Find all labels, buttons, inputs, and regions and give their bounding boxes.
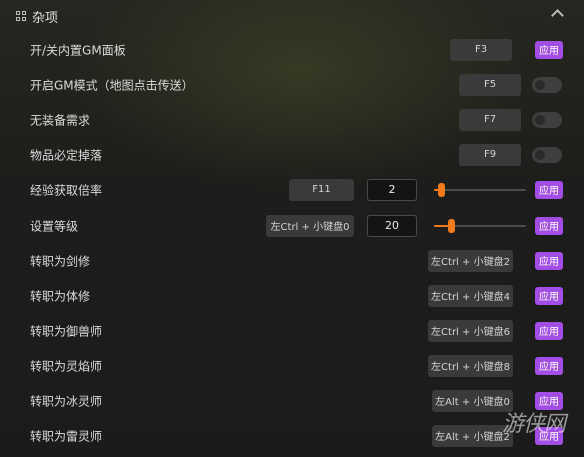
option-label: 无装备需求 (30, 113, 91, 127)
toggle-knob (535, 114, 545, 125)
option-row: 无装备需求 F7 (0, 102, 584, 137)
toggle-knob (535, 79, 545, 90)
hotkey-badge[interactable]: 左Ctrl + 小键盘8 (428, 354, 513, 377)
hotkey-badge[interactable]: 左Alt + 小键盘2 (432, 424, 513, 447)
option-label: 转职为御兽师 (30, 324, 103, 338)
option-label: 转职为冰灵师 (30, 394, 103, 408)
option-row: 设置等级 左Ctrl + 小键盘0 20 应用 (0, 208, 584, 243)
hotkey-badge[interactable]: F7 (459, 108, 521, 131)
option-row: 转职为冰灵师 左Alt + 小键盘0 应用 (0, 383, 584, 418)
slider-thumb[interactable] (438, 182, 446, 197)
apply-button[interactable]: 应用 (535, 356, 563, 375)
section-header[interactable]: 杂项 (0, 0, 584, 32)
option-row: 物品必定掉落 F9 (0, 137, 584, 172)
apply-button[interactable]: 应用 (535, 286, 563, 305)
grid-icon (16, 11, 26, 21)
option-label: 开启GM模式（地图点击传送） (30, 78, 194, 92)
option-row: 转职为剑修 左Ctrl + 小键盘2 应用 (0, 243, 584, 278)
slider-track (434, 188, 526, 191)
option-row: 转职为体修 左Ctrl + 小键盘4 应用 (0, 278, 584, 313)
option-label: 转职为灵焰师 (30, 359, 103, 373)
hotkey-badge[interactable]: 左Ctrl + 小键盘0 (266, 214, 354, 237)
option-label: 转职为剑修 (30, 254, 91, 268)
toggle-switch[interactable] (532, 146, 562, 163)
option-label: 转职为体修 (30, 289, 91, 303)
toggle-switch[interactable] (532, 76, 562, 93)
hotkey-badge[interactable]: 左Alt + 小键盘0 (432, 389, 513, 412)
option-row: 转职为灵焰师 左Ctrl + 小键盘8 应用 (0, 348, 584, 383)
toggle-switch[interactable] (532, 111, 562, 128)
value-input[interactable]: 20 (367, 214, 417, 237)
value-slider[interactable] (434, 217, 526, 235)
option-row: 经验获取倍率 F11 2 应用 (0, 172, 584, 207)
option-label: 转职为雷灵师 (30, 429, 103, 443)
apply-button[interactable]: 应用 (535, 180, 563, 199)
hotkey-badge[interactable]: F3 (450, 38, 512, 61)
hotkey-badge[interactable]: F9 (459, 143, 521, 166)
misc-panel: 杂项 开/关内置GM面板 F3 应用 开启GM模式（地图点击传送） F5 无装备需求 F7 物… (0, 0, 584, 457)
option-row: 开/关内置GM面板 F3 应用 (0, 32, 584, 67)
option-label: 物品必定掉落 (30, 148, 103, 162)
hotkey-badge[interactable]: F5 (459, 73, 521, 96)
hotkey-badge[interactable]: 左Ctrl + 小键盘4 (428, 284, 513, 307)
option-label: 设置等级 (30, 219, 79, 233)
option-row: 转职为雷灵师 左Alt + 小键盘2 应用 (0, 418, 584, 453)
section-title: 杂项 (32, 11, 59, 26)
apply-button[interactable]: 应用 (535, 321, 563, 340)
value-input[interactable]: 2 (367, 178, 417, 201)
watermark-logo: 游侠网 (502, 412, 566, 437)
hotkey-badge[interactable]: F11 (289, 178, 354, 201)
option-row: 转职为御兽师 左Ctrl + 小键盘6 应用 (0, 313, 584, 348)
chevron-up-icon[interactable] (551, 9, 564, 22)
option-row: 开启GM模式（地图点击传送） F5 (0, 67, 584, 102)
hotkey-badge[interactable]: 左Ctrl + 小键盘2 (428, 249, 513, 272)
option-label: 开/关内置GM面板 (30, 43, 126, 57)
option-label: 经验获取倍率 (30, 183, 103, 197)
value-slider[interactable] (434, 181, 526, 199)
apply-button[interactable]: 应用 (535, 251, 563, 270)
toggle-knob (535, 149, 545, 160)
apply-button[interactable]: 应用 (535, 40, 563, 59)
apply-button[interactable]: 应用 (535, 216, 563, 235)
slider-thumb[interactable] (447, 218, 455, 233)
hotkey-badge[interactable]: 左Ctrl + 小键盘6 (428, 319, 513, 342)
